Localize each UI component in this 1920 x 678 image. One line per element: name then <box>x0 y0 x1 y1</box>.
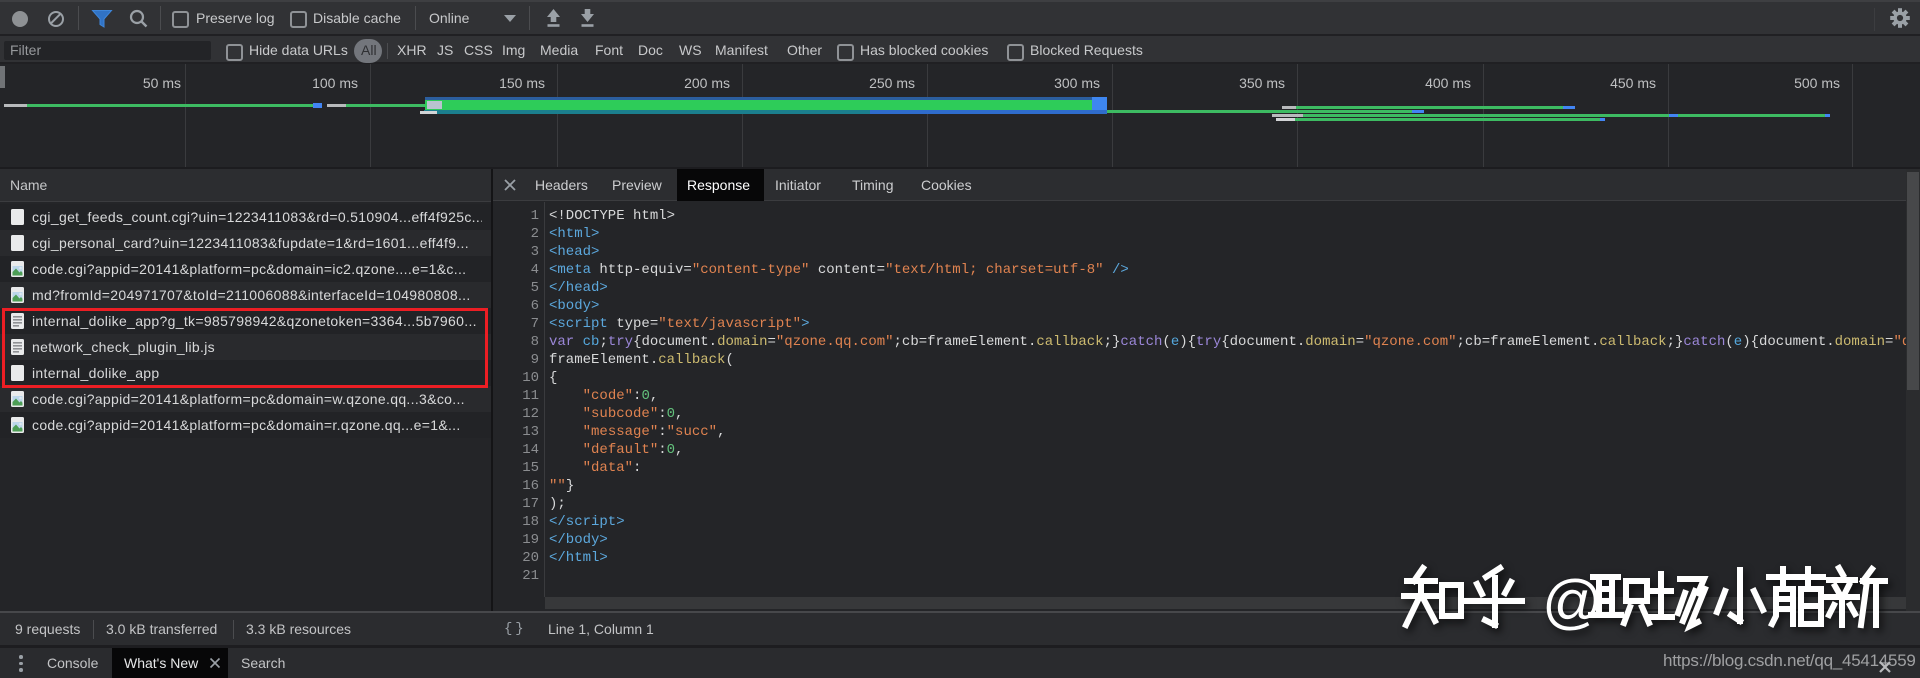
svg-text:@: @ <box>1542 568 1603 635</box>
